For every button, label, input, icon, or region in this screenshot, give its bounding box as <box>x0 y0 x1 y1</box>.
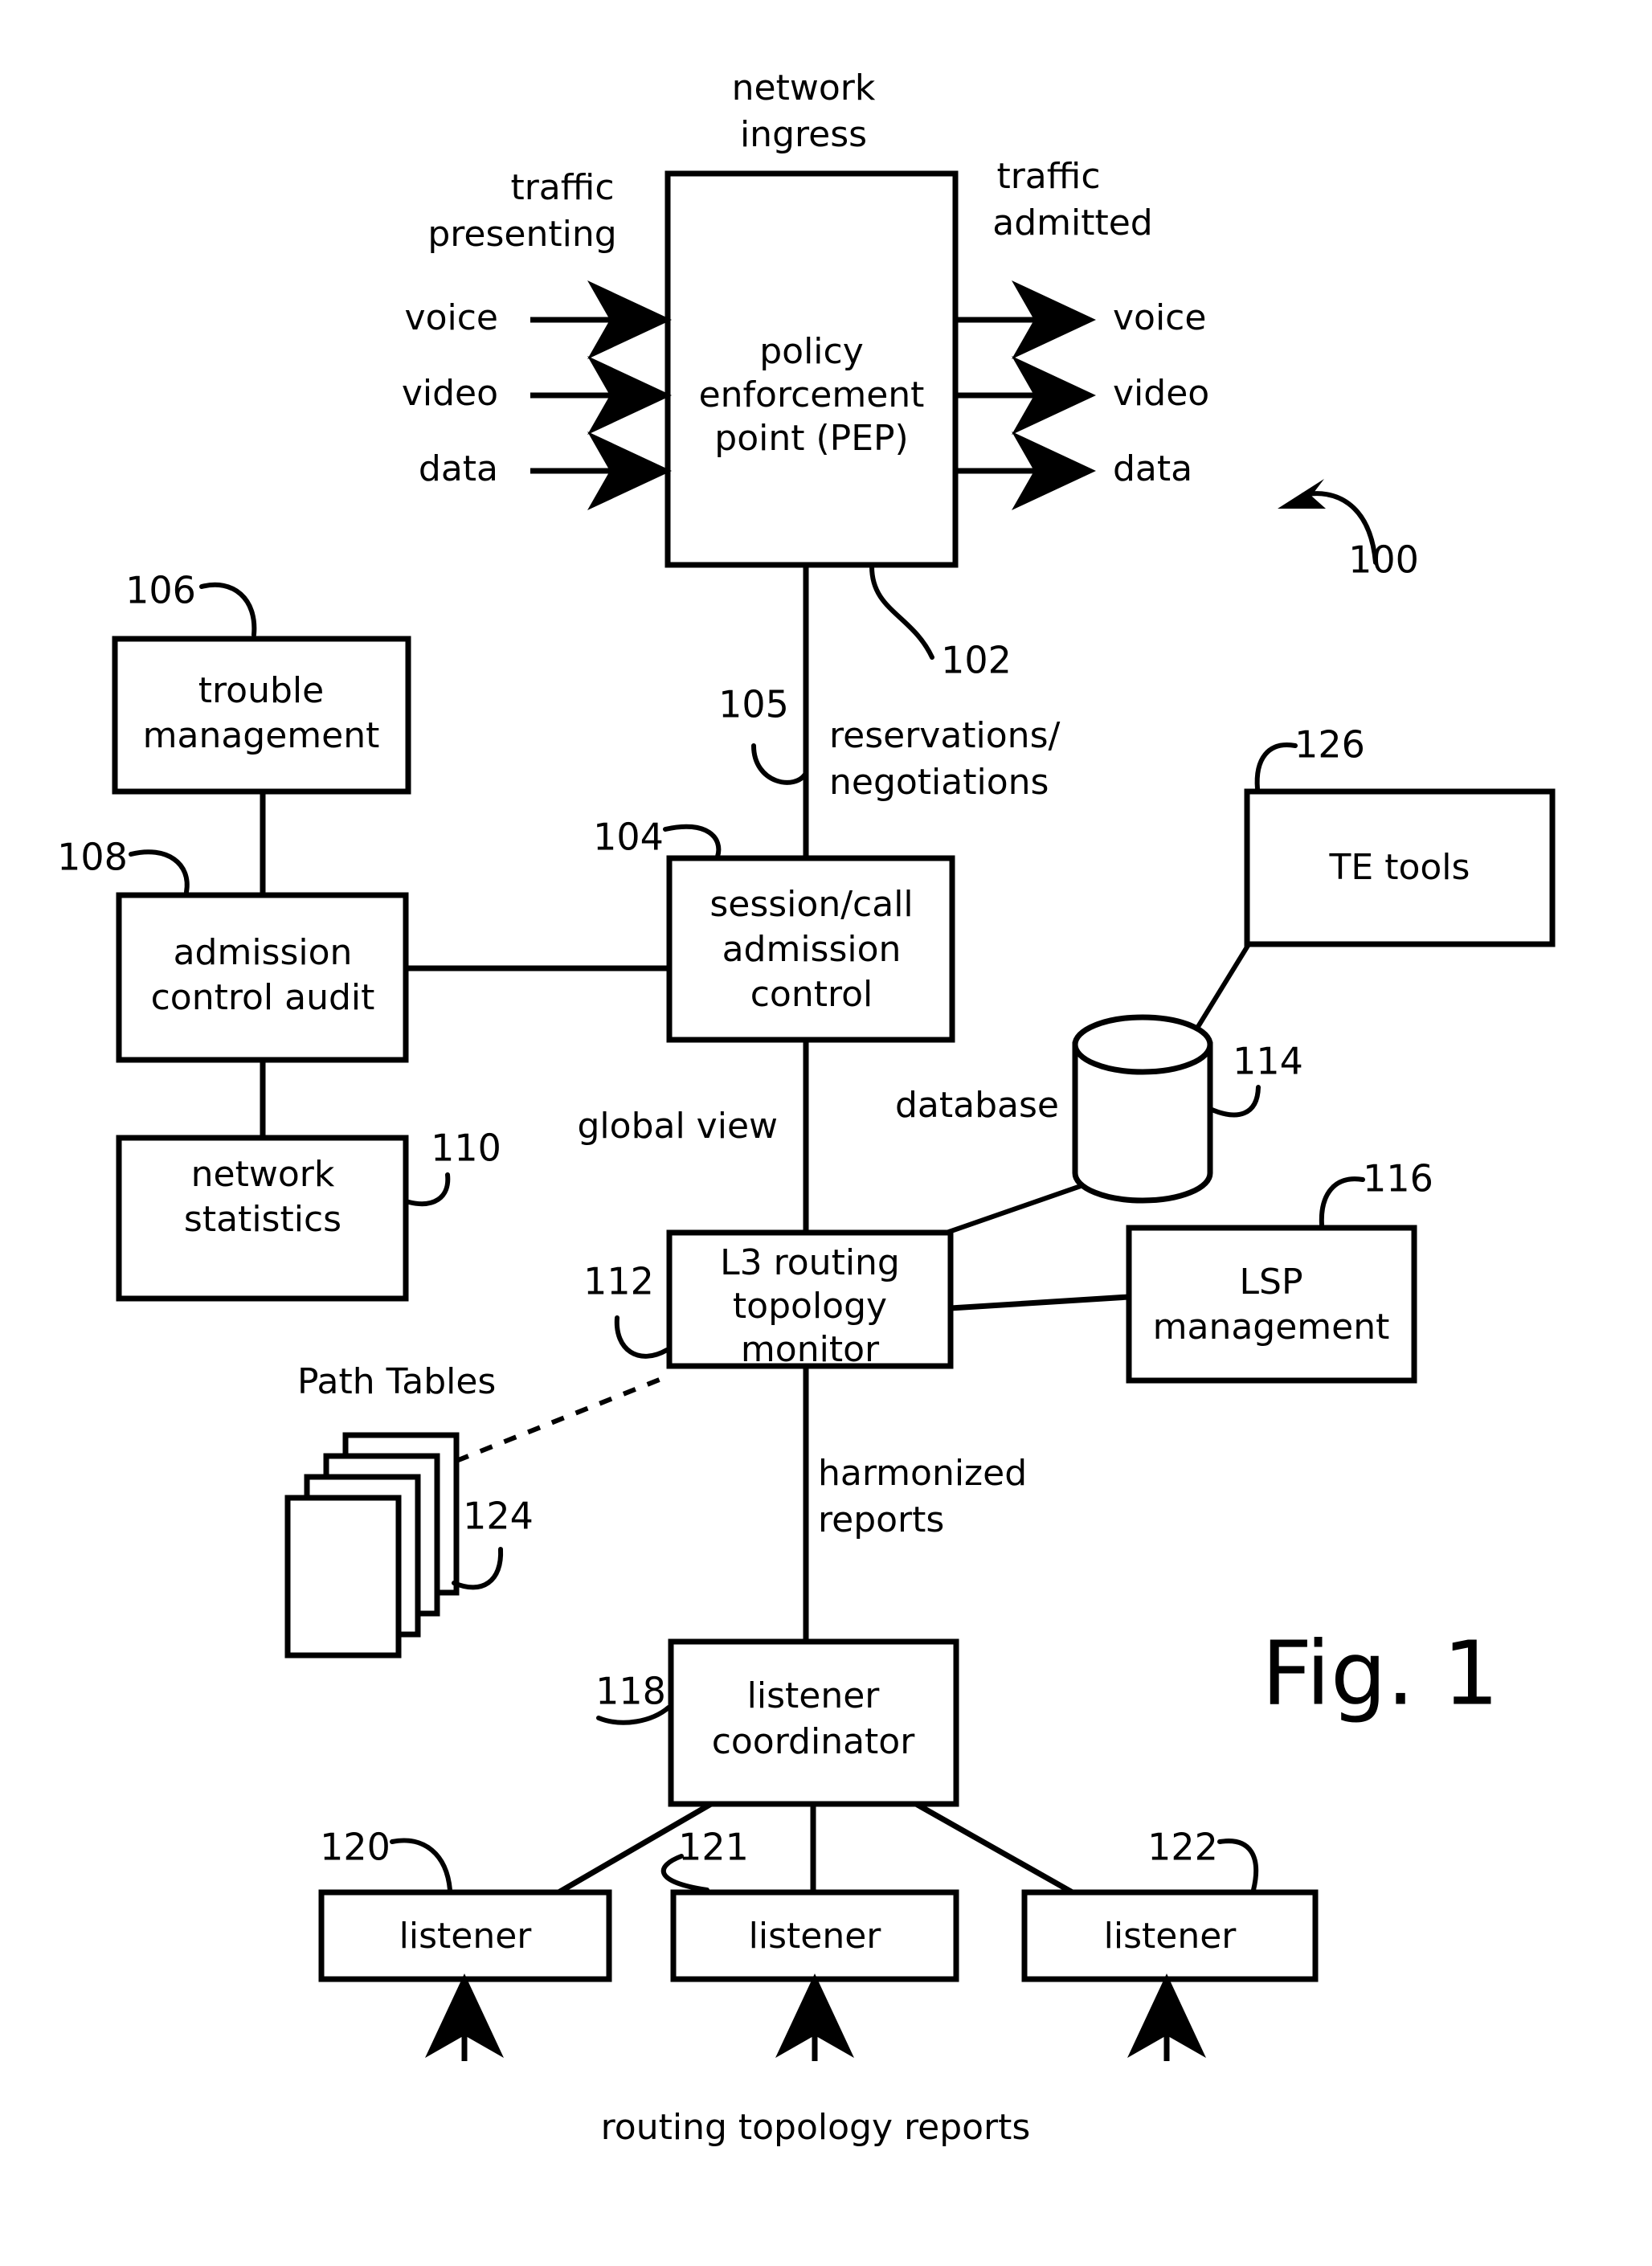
database-to-te-tools-link <box>1194 940 1253 1031</box>
ref-number-116: 116 <box>1363 1157 1433 1200</box>
traffic-admitted-line2: admitted <box>992 202 1152 243</box>
ref-leader-104 <box>663 824 722 859</box>
path-tables-stack[interactable] <box>284 1432 460 1659</box>
ref-number-104: 104 <box>593 816 664 859</box>
l3mon-line1: L3 routing <box>720 1242 900 1283</box>
pep-label-line1: policy <box>759 331 864 372</box>
database-to-l3monitor-link <box>946 1184 1082 1235</box>
te-tools-label: TE tools <box>1329 847 1470 888</box>
ref-number-114: 114 <box>1233 1040 1303 1083</box>
ref-number-118: 118 <box>595 1670 666 1713</box>
ref-leader-122 <box>1217 1839 1259 1892</box>
ref-leader-105 <box>751 743 808 785</box>
output-data-label: data <box>1113 448 1192 489</box>
ref-leader-116 <box>1319 1176 1365 1227</box>
ref-leader-102 <box>869 564 934 660</box>
reservations-label-line1: reservations/ <box>829 715 1060 756</box>
trouble-management-line2: management <box>143 715 380 756</box>
input-video-label: video <box>402 373 498 414</box>
ref-number-108: 108 <box>57 836 128 879</box>
admission-audit-line1: admission <box>174 932 353 973</box>
pep-label-line2: enforcement <box>699 374 925 415</box>
ref-number-122: 122 <box>1147 1826 1218 1869</box>
ref-number-121: 121 <box>678 1826 749 1869</box>
l3mon-line2: topology <box>733 1286 887 1327</box>
traffic-presenting-line2: presenting <box>427 214 616 255</box>
admission-audit-line2: control audit <box>151 977 375 1018</box>
global-view-label: global view <box>578 1106 779 1147</box>
network-ingress-label-line2: ingress <box>740 114 867 155</box>
output-video-label: video <box>1113 373 1209 414</box>
listener-left-label: listener <box>399 1916 533 1957</box>
routing-topology-reports-label: routing topology reports <box>601 2107 1031 2148</box>
ref-number-110: 110 <box>431 1127 501 1170</box>
ref-leader-124 <box>452 1547 504 1590</box>
harmonized-reports-line2: reports <box>818 1499 944 1540</box>
database-cylinder-top <box>1072 1014 1213 1075</box>
ref-leader-108 <box>129 849 190 894</box>
ref-number-126: 126 <box>1294 723 1365 767</box>
ref-number-106: 106 <box>125 569 196 612</box>
cac-line2: admission <box>722 929 902 970</box>
lsp-line1: LSP <box>1240 1262 1303 1303</box>
ref-number-105: 105 <box>718 683 789 726</box>
lsp-line2: management <box>1153 1307 1390 1348</box>
cac-line1: session/call <box>709 884 913 925</box>
trouble-management-line1: trouble <box>198 670 324 711</box>
network-ingress-label-line1: network <box>732 67 876 108</box>
output-voice-label: voice <box>1113 297 1206 338</box>
path-tables-label: Path Tables <box>297 1361 496 1402</box>
ref-number-100: 100 <box>1348 538 1419 582</box>
path-tables-sheet-1 <box>284 1495 402 1659</box>
ref-leader-114 <box>1208 1085 1261 1118</box>
coordinator-line1: listener <box>747 1675 881 1716</box>
listener-mid-label: listener <box>749 1916 882 1957</box>
coordinator-to-listener-right-link <box>914 1801 1078 1898</box>
ref-number-124: 124 <box>463 1495 534 1538</box>
input-voice-label: voice <box>405 297 498 338</box>
ref-leader-126 <box>1254 742 1298 791</box>
l3mon-line3: monitor <box>741 1329 880 1370</box>
listener-right-label: listener <box>1104 1916 1237 1957</box>
ref-number-112: 112 <box>583 1260 654 1303</box>
network-statistics-line2: statistics <box>184 1199 341 1240</box>
pep-label-line3: point (PEP) <box>714 418 908 459</box>
ref-leader-112 <box>614 1315 669 1359</box>
cac-line3: control <box>750 974 873 1015</box>
ref-number-102: 102 <box>941 639 1012 682</box>
database-label: database <box>895 1085 1059 1126</box>
coordinator-line2: coordinator <box>712 1721 916 1762</box>
traffic-presenting-line1: traffic <box>510 167 614 208</box>
ref-leader-120 <box>390 1838 452 1892</box>
ref-number-120: 120 <box>320 1826 391 1869</box>
input-data-label: data <box>419 448 498 489</box>
network-statistics-line1: network <box>191 1154 335 1195</box>
reservations-label-line2: negotiations <box>829 762 1049 803</box>
l3monitor-to-lsp-link <box>950 1294 1130 1311</box>
lsp-management-box[interactable] <box>1126 1225 1417 1384</box>
traffic-admitted-line1: traffic <box>996 156 1100 197</box>
ref-leader-106 <box>199 582 257 637</box>
harmonized-reports-line1: harmonized <box>818 1453 1027 1494</box>
patent-figure-1: network ingress traffic presenting traff… <box>0 0 1652 2266</box>
ref-leader-110 <box>403 1172 451 1207</box>
figure-label: Fig. 1 <box>1261 1622 1499 1724</box>
